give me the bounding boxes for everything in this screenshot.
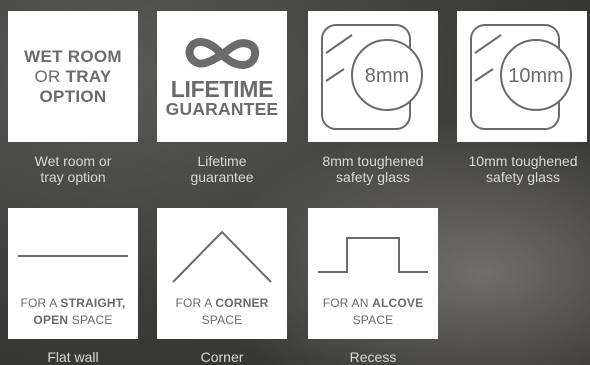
lifetime-guarantee-tile: LIFETIME GUARANTEE — [157, 11, 287, 142]
lifetime-guarantee-badge: LIFETIME GUARANTEE — [166, 35, 279, 119]
lifetime-caption: Lifetime guarantee — [147, 153, 297, 185]
recess-label-prefix: FOR AN — [322, 296, 373, 310]
lifetime-line1: LIFETIME — [170, 75, 274, 102]
glass-panel-icon: 10mm — [470, 24, 572, 130]
glass-8mm-caption: 8mm toughened safety glass — [298, 153, 448, 185]
glass-10mm-caption-line1: 10mm toughened — [468, 153, 578, 169]
corner-label-line2: SPACE — [201, 313, 243, 327]
glass-10mm-caption: 10mm toughened safety glass — [448, 153, 590, 185]
wet-room-line2-prefix: OR — [34, 66, 66, 86]
recess-caption: Recess — [349, 349, 397, 365]
glass-8mm-caption-line1: 8mm toughened — [322, 153, 424, 169]
corner-label: FOR A CORNER SPACE — [157, 295, 287, 329]
lifetime-line2: GUARANTEE — [165, 98, 279, 119]
recess-label-line2: SPACE — [352, 313, 394, 327]
corner-tile: FOR A CORNER SPACE — [157, 208, 287, 339]
flat-label-bold: STRAIGHT, — [60, 296, 126, 310]
corner-label-prefix: FOR A — [175, 296, 216, 310]
recess-label: FOR AN ALCOVE SPACE — [308, 295, 438, 329]
wet-room-caption-line1: Wet room or — [34, 153, 112, 169]
wet-room-line2-bold: TRAY — [65, 66, 112, 86]
wet-room-tile: WET ROOM OR TRAY OPTION — [8, 11, 138, 142]
infinity-icon — [185, 37, 260, 69]
glass-8mm-badge-text: 8mm — [365, 65, 409, 87]
wet-room-line3: OPTION — [39, 86, 107, 106]
glass-10mm-badge-text: 10mm — [508, 65, 564, 87]
flat-label-line2-suffix: SPACE — [68, 313, 113, 327]
flat-wall-caption: Flat wall — [47, 349, 99, 365]
flat-wall-tile: FOR A STRAIGHT, OPEN SPACE — [8, 208, 138, 339]
glass-8mm-caption-line2: safety glass — [336, 169, 410, 185]
flat-label-line2-bold: OPEN — [33, 313, 69, 327]
flat-label-prefix: FOR A — [20, 296, 61, 310]
glass-panel-icon: 8mm — [321, 24, 423, 130]
lifetime-caption-line1: Lifetime — [197, 153, 247, 169]
corner-caption: Corner — [200, 349, 244, 365]
glass-10mm-tile: 10mm — [457, 11, 587, 142]
glass-8mm-tile: 8mm — [308, 11, 438, 142]
recess-label-bold: ALCOVE — [372, 296, 424, 310]
corner-label-bold: CORNER — [215, 296, 269, 310]
recess-tile: FOR AN ALCOVE SPACE — [308, 208, 438, 339]
wet-room-caption-line2: tray option — [40, 169, 106, 185]
wet-room-caption: Wet room or tray option — [0, 153, 148, 185]
wet-room-line1: WET ROOM — [24, 46, 122, 66]
glass-10mm-caption-line2: safety glass — [486, 169, 560, 185]
flat-wall-label: FOR A STRAIGHT, OPEN SPACE — [8, 295, 138, 329]
wet-room-tile-text: WET ROOM OR TRAY OPTION — [24, 47, 122, 107]
lifetime-caption-line2: guarantee — [190, 169, 254, 185]
